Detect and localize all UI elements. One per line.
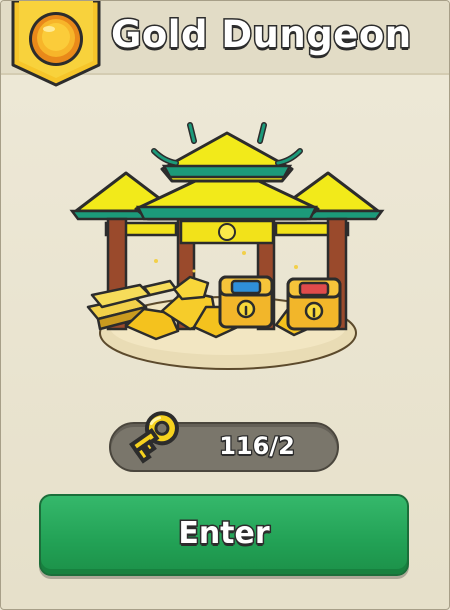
- dungeon-illustration: [69, 122, 385, 370]
- enter-button-label: Enter: [177, 515, 271, 553]
- gold-key-icon: [129, 411, 179, 464]
- dungeon-title: Gold Dungeon: [110, 12, 413, 58]
- dungeon-panel: Gold Dungeon 116/2 Enter: [0, 0, 450, 610]
- enter-button[interactable]: Enter: [39, 494, 409, 576]
- key-count: 116/2: [218, 431, 296, 462]
- gold-coin-icon: [11, 1, 101, 87]
